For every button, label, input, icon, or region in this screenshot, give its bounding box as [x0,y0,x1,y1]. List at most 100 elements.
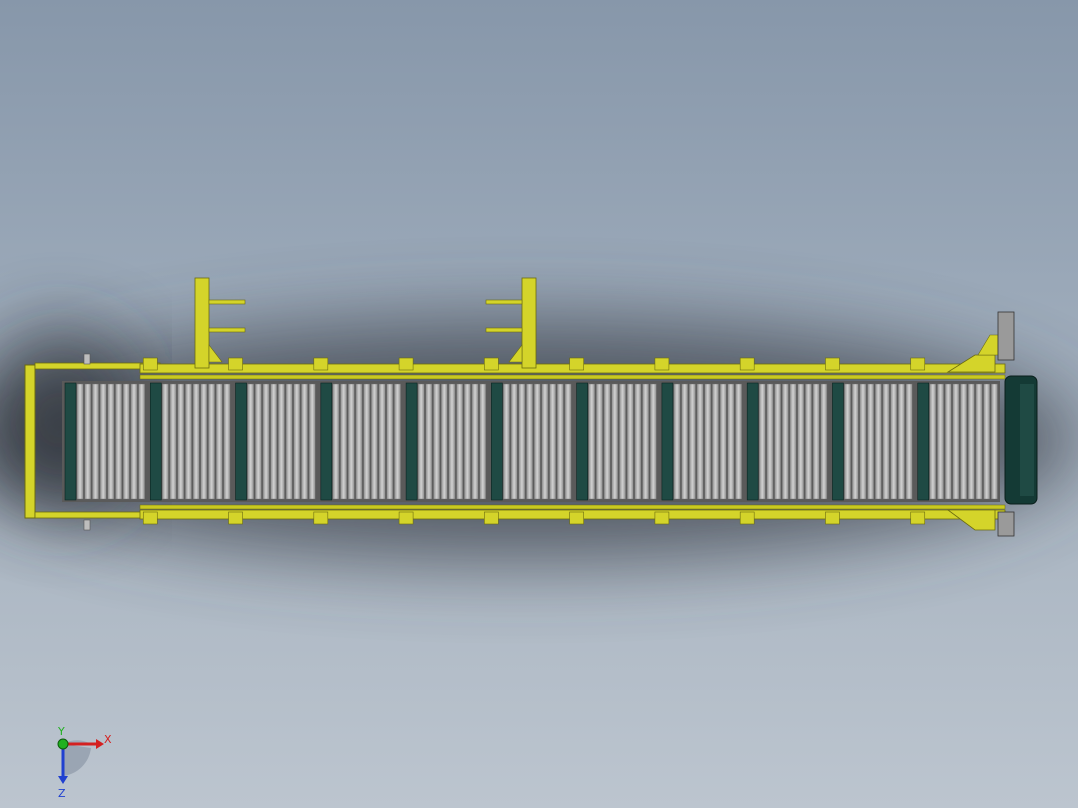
drive-belt[interactable] [832,382,844,501]
roller[interactable] [944,383,952,500]
roller[interactable] [417,383,425,500]
roller[interactable] [223,383,231,500]
roller[interactable] [557,383,564,500]
drive-belt[interactable] [149,382,162,501]
drive-belt[interactable] [235,382,247,501]
roller[interactable] [122,383,130,500]
roller[interactable] [812,383,820,500]
drive-belt[interactable] [917,382,930,501]
roller[interactable] [355,383,363,500]
roller[interactable] [518,383,526,500]
roller[interactable] [479,383,487,500]
drive-belt[interactable] [746,382,759,501]
roller[interactable] [611,383,619,500]
roller[interactable] [169,383,177,500]
roller[interactable] [526,383,533,500]
section-bracket[interactable] [313,357,329,371]
drive-belt[interactable] [576,382,588,501]
roller[interactable] [905,383,913,500]
roller[interactable] [200,383,208,500]
section-bracket[interactable] [484,357,499,371]
roller[interactable] [719,383,727,500]
drive-belt[interactable] [405,382,418,501]
section-bracket[interactable] [142,357,158,371]
roller[interactable] [394,383,401,500]
roller[interactable] [503,383,510,500]
roller[interactable] [898,383,905,500]
roller[interactable] [130,383,138,500]
section-bracket[interactable] [910,511,926,525]
roller[interactable] [673,383,681,500]
roller[interactable] [348,383,355,500]
roller[interactable] [991,383,998,500]
roller[interactable] [456,383,463,500]
section-bracket[interactable] [910,357,926,371]
drive-belt[interactable] [491,382,503,501]
roller[interactable] [255,383,262,500]
roller[interactable] [735,383,742,500]
roller[interactable] [308,383,316,500]
roller[interactable] [890,383,898,500]
section-bracket[interactable] [739,357,755,371]
roller[interactable] [378,383,386,500]
roller[interactable] [782,383,789,500]
drive-belt[interactable] [320,382,333,501]
section-bracket[interactable] [825,511,840,525]
roller[interactable] [603,383,611,500]
roller[interactable] [177,383,185,500]
section-bracket[interactable] [398,357,414,371]
roller[interactable] [448,383,456,500]
roller[interactable] [867,383,874,500]
roller[interactable] [185,383,192,500]
roller[interactable] [541,383,549,500]
roller[interactable] [332,383,340,500]
section-bracket[interactable] [569,511,584,525]
roller[interactable] [440,383,448,500]
roller[interactable] [247,383,254,500]
roller[interactable] [968,383,975,500]
roller[interactable] [262,383,270,500]
roller[interactable] [363,383,371,500]
roller[interactable] [929,383,937,500]
roller[interactable] [510,383,518,500]
roller[interactable] [766,383,774,500]
roller[interactable] [192,383,200,500]
roller[interactable] [588,383,596,500]
roller[interactable] [619,383,626,500]
roller[interactable] [433,383,440,500]
roller[interactable] [162,383,169,500]
roller[interactable] [882,383,890,500]
roller[interactable] [797,383,805,500]
roller[interactable] [727,383,735,500]
section-bracket[interactable] [654,511,670,525]
drive-belt[interactable] [661,382,674,501]
roller[interactable] [215,383,223,500]
roller[interactable] [371,383,378,500]
roller[interactable] [820,383,828,500]
roller[interactable] [859,383,867,500]
roller[interactable] [84,383,92,500]
roller[interactable] [92,383,99,500]
section-bracket[interactable] [228,511,243,525]
roller[interactable] [844,383,851,500]
roller[interactable] [301,383,308,500]
conveyor-model[interactable] [24,277,1038,537]
section-bracket[interactable] [398,511,414,525]
roller[interactable] [704,383,712,500]
roller[interactable] [278,383,285,500]
roller[interactable] [138,383,145,500]
roller[interactable] [789,383,797,500]
roller[interactable] [689,383,696,500]
roller[interactable] [975,383,983,500]
roller[interactable] [425,383,433,500]
roller[interactable] [293,383,301,500]
roller[interactable] [696,383,704,500]
roller[interactable] [626,383,634,500]
section-bracket[interactable] [739,511,755,525]
roller[interactable] [285,383,293,500]
section-bracket[interactable] [654,357,670,371]
roller[interactable] [983,383,991,500]
roller[interactable] [937,383,944,500]
roller[interactable] [471,383,479,500]
roller[interactable] [208,383,215,500]
